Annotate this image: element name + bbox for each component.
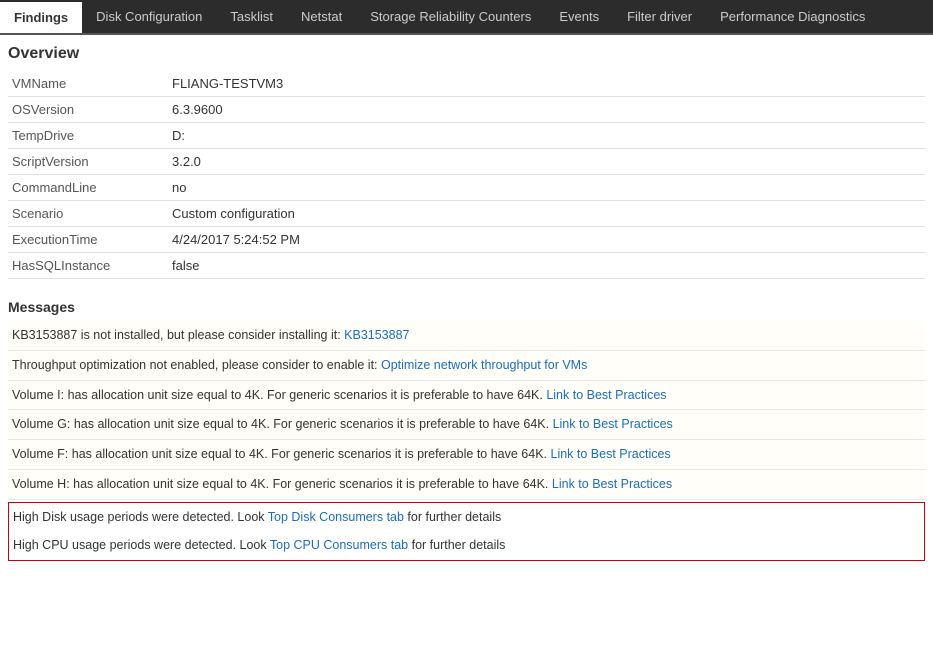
row-value: Custom configuration bbox=[168, 201, 925, 227]
message-link[interactable]: Link to Best Practices bbox=[551, 447, 671, 461]
messages-container: KB3153887 is not installed, but please c… bbox=[8, 321, 925, 561]
row-label: VMName bbox=[8, 71, 168, 97]
table-row: ScriptVersion3.2.0 bbox=[8, 149, 925, 175]
main-content: Overview VMNameFLIANG-TESTVM3OSVersion6.… bbox=[0, 35, 933, 571]
row-label: ExecutionTime bbox=[8, 227, 168, 253]
tab-storage-reliability-counters[interactable]: Storage Reliability Counters bbox=[356, 0, 545, 33]
message-link[interactable]: Link to Best Practices bbox=[553, 417, 673, 431]
table-row: CommandLineno bbox=[8, 175, 925, 201]
list-item: Volume H: has allocation unit size equal… bbox=[8, 470, 925, 500]
list-item: Volume G: has allocation unit size equal… bbox=[8, 410, 925, 440]
row-label: HasSQLInstance bbox=[8, 253, 168, 279]
table-row: HasSQLInstancefalse bbox=[8, 253, 925, 279]
list-item: High CPU usage periods were detected. Lo… bbox=[9, 531, 924, 560]
tab-performance-diagnostics[interactable]: Performance Diagnostics bbox=[706, 0, 879, 33]
tab-events[interactable]: Events bbox=[545, 0, 613, 33]
row-label: Scenario bbox=[8, 201, 168, 227]
list-item: KB3153887 is not installed, but please c… bbox=[8, 321, 925, 351]
list-item: Volume F: has allocation unit size equal… bbox=[8, 440, 925, 470]
table-row: ScenarioCustom configuration bbox=[8, 201, 925, 227]
row-label: OSVersion bbox=[8, 97, 168, 123]
tab-findings[interactable]: Findings bbox=[0, 0, 82, 33]
row-value: 3.2.0 bbox=[168, 149, 925, 175]
table-row: VMNameFLIANG-TESTVM3 bbox=[8, 71, 925, 97]
highlighted-messages-group: High Disk usage periods were detected. L… bbox=[8, 502, 925, 562]
list-item: High Disk usage periods were detected. L… bbox=[9, 503, 924, 532]
row-value: FLIANG-TESTVM3 bbox=[168, 71, 925, 97]
message-link[interactable]: Top CPU Consumers tab bbox=[270, 538, 408, 552]
row-label: TempDrive bbox=[8, 123, 168, 149]
message-link[interactable]: Link to Best Practices bbox=[552, 477, 672, 491]
table-row: ExecutionTime4/24/2017 5:24:52 PM bbox=[8, 227, 925, 253]
message-link[interactable]: KB3153887 bbox=[344, 328, 409, 342]
row-label: CommandLine bbox=[8, 175, 168, 201]
row-value: false bbox=[168, 253, 925, 279]
row-label: ScriptVersion bbox=[8, 149, 168, 175]
overview-title: Overview bbox=[8, 45, 925, 63]
messages-title: Messages bbox=[8, 299, 925, 315]
tab-tasklist[interactable]: Tasklist bbox=[216, 0, 287, 33]
tab-netstat[interactable]: Netstat bbox=[287, 0, 356, 33]
overview-table: VMNameFLIANG-TESTVM3OSVersion6.3.9600Tem… bbox=[8, 71, 925, 279]
list-item: Throughput optimization not enabled, ple… bbox=[8, 351, 925, 381]
message-link[interactable]: Optimize network throughput for VMs bbox=[381, 358, 587, 372]
tab-disk-configuration[interactable]: Disk Configuration bbox=[82, 0, 216, 33]
row-value: 4/24/2017 5:24:52 PM bbox=[168, 227, 925, 253]
row-value: no bbox=[168, 175, 925, 201]
table-row: TempDriveD: bbox=[8, 123, 925, 149]
message-link[interactable]: Top Disk Consumers tab bbox=[268, 510, 404, 524]
row-value: D: bbox=[168, 123, 925, 149]
message-link[interactable]: Link to Best Practices bbox=[546, 388, 666, 402]
tab-filter-driver[interactable]: Filter driver bbox=[613, 0, 706, 33]
row-value: 6.3.9600 bbox=[168, 97, 925, 123]
table-row: OSVersion6.3.9600 bbox=[8, 97, 925, 123]
list-item: Volume I: has allocation unit size equal… bbox=[8, 381, 925, 411]
tab-bar: Findings Disk Configuration Tasklist Net… bbox=[0, 0, 933, 35]
